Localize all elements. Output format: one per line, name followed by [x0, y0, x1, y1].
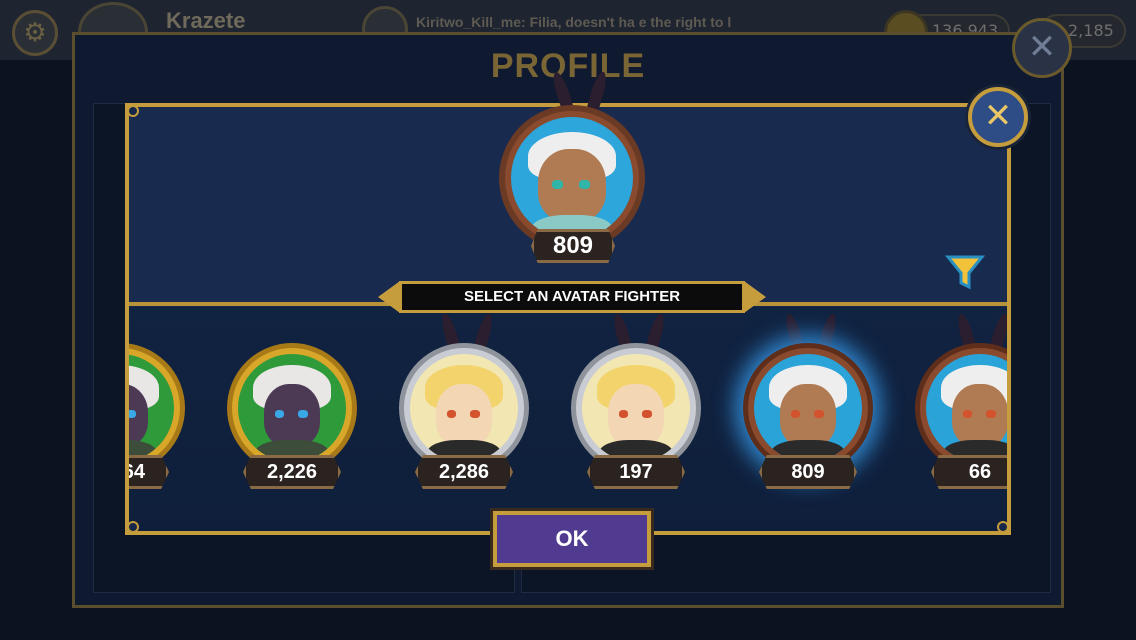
avatar-portrait	[915, 343, 1007, 473]
avatar-count: 2,226	[243, 455, 341, 489]
select-avatar-banner: SELECT AN AVATAR FIGHTER	[378, 281, 766, 313]
avatar-portrait	[571, 343, 701, 473]
avatar-option[interactable]: 2,226	[221, 313, 371, 503]
settings-gear-icon[interactable]: ⚙	[12, 10, 58, 56]
avatar-option[interactable]: 2,286	[393, 312, 543, 503]
avatar-portrait	[129, 343, 185, 473]
avatar-option[interactable]: 66	[909, 312, 1007, 503]
avatar-option[interactable]: 197	[565, 312, 715, 503]
avatar-portrait	[743, 343, 873, 473]
profile-close-icon[interactable]: ✕	[1012, 18, 1072, 78]
avatar-select-dialog: 2,464 2,226 2,286 197 809 66 809 SELECT AN AV…	[125, 70, 1011, 567]
avatar-option[interactable]: 809	[737, 312, 887, 503]
filter-icon[interactable]	[945, 251, 985, 291]
avatar-count: 66	[931, 455, 1007, 489]
selected-avatar: 809	[497, 70, 647, 263]
player-name: Krazete	[166, 8, 246, 33]
avatar-count: 2,286	[415, 455, 513, 489]
dialog-close-icon[interactable]: ✕	[968, 87, 1028, 147]
avatar-count: 809	[759, 455, 857, 489]
avatar-portrait	[227, 343, 357, 473]
avatar-option[interactable]: 2,464	[129, 313, 199, 503]
ok-button[interactable]: OK	[493, 511, 651, 567]
avatar-count: 2,464	[129, 455, 169, 489]
selected-avatar-count: 809	[531, 229, 615, 263]
avatar-portrait	[399, 343, 529, 473]
gem-amount: 2,185	[1068, 21, 1114, 40]
avatar-count: 197	[587, 455, 685, 489]
chat-message[interactable]: Kiritwo_Kill_me: Filia, doesn't ha e the…	[416, 14, 756, 30]
